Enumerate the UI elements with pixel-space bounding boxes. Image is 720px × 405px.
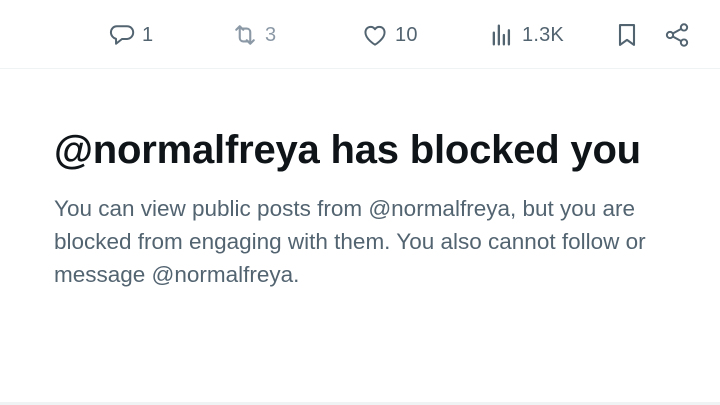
retweet-button[interactable]: 3	[231, 19, 276, 51]
share-icon	[665, 23, 689, 47]
blocked-title: @normalfreya has blocked you	[54, 128, 641, 172]
reply-button[interactable]: 1	[108, 19, 153, 51]
heart-icon	[364, 25, 386, 46]
views-count: 1.3K	[522, 23, 564, 46]
blocked-description: You can view public posts from @normalfr…	[54, 196, 646, 287]
reply-count: 1	[142, 23, 154, 46]
bookmark-icon	[618, 24, 636, 46]
bookmark-button[interactable]	[613, 19, 641, 51]
views-button[interactable]: 1.3K	[488, 19, 564, 51]
like-count: 10	[395, 23, 418, 46]
reply-icon	[109, 25, 135, 45]
post-action-bar: 1 3 10 1.3K	[0, 0, 720, 69]
blocked-notice: @normalfreya has blocked you You can vie…	[54, 126, 684, 291]
views-icon	[492, 24, 511, 46]
like-button[interactable]: 10	[361, 19, 418, 51]
retweet-count: 3	[265, 23, 277, 46]
share-button[interactable]	[663, 19, 691, 51]
retweet-icon	[235, 25, 255, 45]
